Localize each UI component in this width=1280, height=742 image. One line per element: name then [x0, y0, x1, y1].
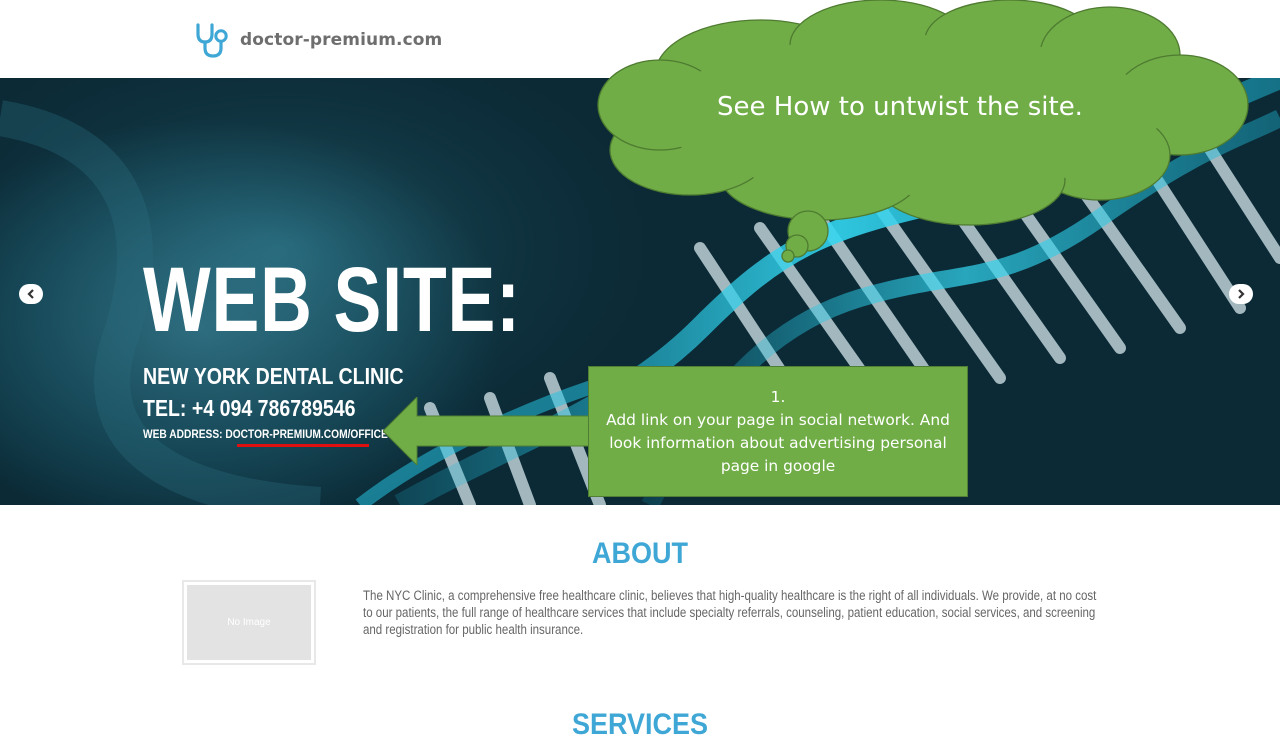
- cloud-callout-shape: [597, 0, 1249, 263]
- logo-text: doctor-premium.com: [240, 30, 443, 50]
- callout-text: 1. Add link on your page in social netwo…: [596, 386, 960, 478]
- red-underline-mark: [237, 444, 369, 447]
- stethoscope-icon: [196, 23, 228, 58]
- callout-number: 1.: [770, 388, 786, 406]
- cloud-callout-text: See How to untwist the site.: [717, 92, 1083, 122]
- about-heading: ABOUT: [592, 537, 688, 570]
- hero-web-address: WEB ADDRESS: DOCTOR-PREMIUM.COM/OFFICE3: [143, 427, 394, 441]
- callout-body: Add link on your page in social network.…: [606, 411, 950, 475]
- carousel-prev-button[interactable]: [19, 284, 43, 304]
- chevron-left-icon: [27, 289, 34, 299]
- about-text: The NYC Clinic, a comprehensive free hea…: [363, 588, 1097, 637]
- services-heading: SERVICES: [571, 708, 709, 741]
- image-placeholder: No Image: [187, 585, 311, 660]
- hero-phone: TEL: +4 094 786789546: [143, 395, 356, 421]
- hero-clinic-name: NEW YORK DENTAL CLINIC: [143, 363, 404, 389]
- about-image: No Image: [182, 580, 316, 665]
- carousel-next-button[interactable]: [1229, 284, 1253, 304]
- site-logo[interactable]: doctor-premium.com: [192, 20, 442, 60]
- hero-title: WEB SITE:: [143, 249, 521, 351]
- chevron-right-icon: [1238, 289, 1245, 299]
- left-arrow-icon: [383, 397, 593, 465]
